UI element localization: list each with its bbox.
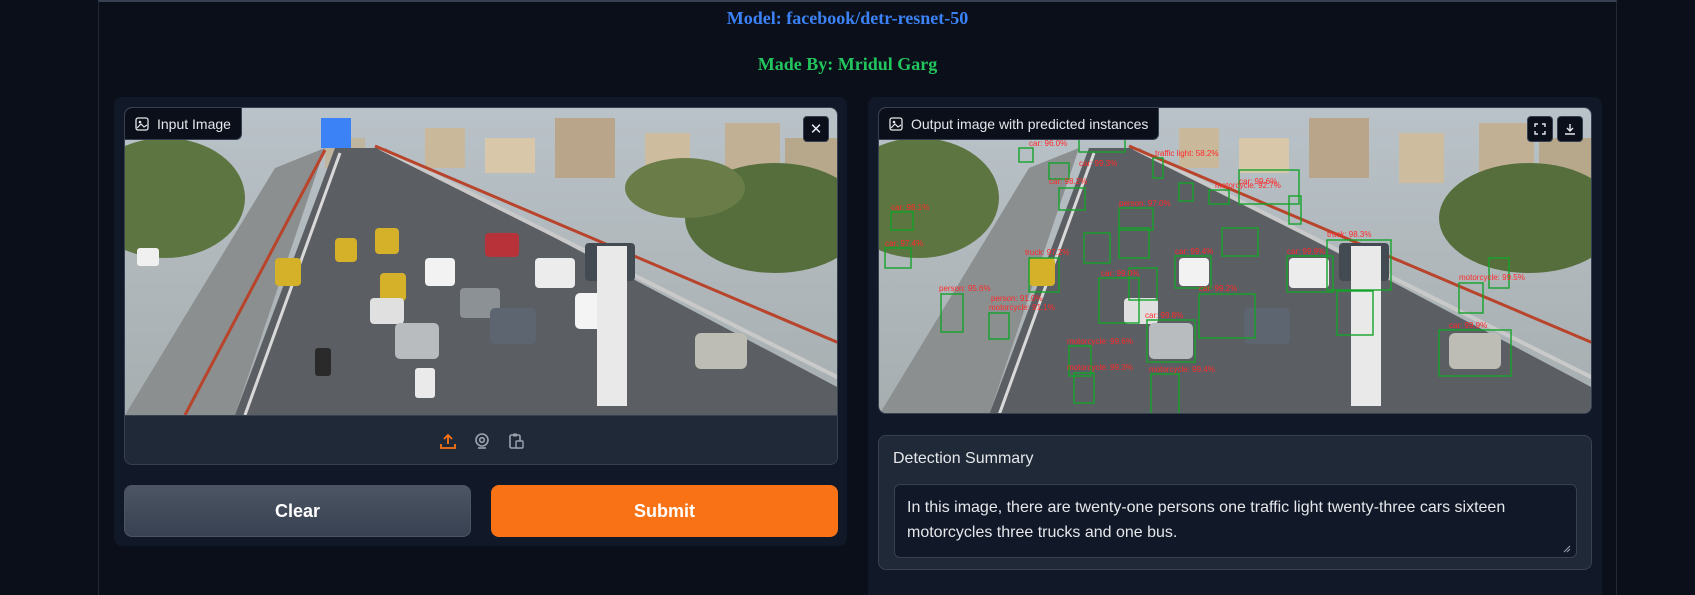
image-icon <box>889 116 903 131</box>
output-image-block: Output image with predicted instances ca… <box>878 107 1592 414</box>
image-icon <box>135 116 149 131</box>
input-image-label-text: Input Image <box>157 115 231 132</box>
clear-button[interactable]: Clear <box>124 485 471 537</box>
svg-text:car: 97.4%: car: 97.4% <box>885 239 923 248</box>
svg-text:motorcycle: 99.5%: motorcycle: 99.5% <box>1459 273 1525 282</box>
svg-text:motorcycle: 92.7%: motorcycle: 92.7% <box>1215 181 1281 190</box>
svg-text:car: 96.0%: car: 96.0% <box>1029 139 1067 148</box>
upload-icon[interactable] <box>438 431 458 451</box>
input-image-block[interactable]: Input Image ✕ <box>124 107 838 465</box>
svg-text:truck: 97.2%: truck: 97.2% <box>1025 248 1069 257</box>
output-image-label-text: Output image with predicted instances <box>911 115 1149 132</box>
svg-text:motorcycle: 99.4%: motorcycle: 99.4% <box>1149 365 1215 374</box>
svg-text:person: 95.6%: person: 95.6% <box>939 284 991 293</box>
svg-text:car: 99.8%: car: 99.8% <box>1145 311 1183 320</box>
svg-text:truck: 98.3%: truck: 98.3% <box>1327 230 1371 239</box>
input-panel: Input Image ✕ Clear Submit <box>114 97 847 546</box>
svg-text:car: 99.9%: car: 99.9% <box>1449 321 1487 330</box>
svg-text:motorcycle: 99.3%: motorcycle: 99.3% <box>1067 363 1133 372</box>
output-panel: Output image with predicted instances ca… <box>868 97 1602 595</box>
fullscreen-icon[interactable] <box>1527 116 1553 142</box>
download-icon[interactable] <box>1557 116 1583 142</box>
svg-text:car: 99.0%: car: 99.0% <box>1101 269 1139 278</box>
submit-button[interactable]: Submit <box>491 485 838 537</box>
svg-text:person: 91.0%: person: 91.0% <box>991 294 1043 303</box>
svg-text:car: 99.2%: car: 99.2% <box>1199 284 1237 293</box>
svg-text:car: 99.4%: car: 99.4% <box>1175 247 1213 256</box>
input-image-label: Input Image <box>125 108 242 140</box>
svg-text:person: 97.0%: person: 97.0% <box>1119 199 1171 208</box>
author-heading: Made By: Mridul Garg <box>757 54 938 74</box>
clipboard-icon[interactable] <box>506 431 526 451</box>
svg-text:car: 98.2%: car: 98.2% <box>1049 177 1087 186</box>
svg-text:traffic light: 58.2%: traffic light: 58.2% <box>1155 149 1218 158</box>
svg-text:motorcycle: 99.6%: motorcycle: 99.6% <box>1067 337 1133 346</box>
svg-text:car: 98.1%: car: 98.1% <box>891 203 929 212</box>
svg-text:car: 99.3%: car: 99.3% <box>1079 159 1117 168</box>
svg-text:motorcycle: 91.1%: motorcycle: 91.1% <box>989 303 1055 312</box>
output-image-label: Output image with predicted instances <box>879 108 1160 140</box>
resize-handle-icon[interactable] <box>1562 544 1571 553</box>
summary-textbox[interactable]: In this image, there are twenty-one pers… <box>894 484 1577 558</box>
input-photo <box>125 108 837 415</box>
summary-label: Detection Summary <box>893 450 1034 467</box>
svg-text:car: 99.9%: car: 99.9% <box>1287 247 1325 256</box>
webcam-icon[interactable] <box>472 431 492 451</box>
input-source-toolbar <box>125 415 837 464</box>
close-icon[interactable]: ✕ <box>803 116 829 142</box>
detection-summary: Detection Summary In this image, there a… <box>878 435 1592 570</box>
output-photo: car: 98.1% car: 97.4% person: 95.6% pers… <box>879 108 1591 413</box>
model-heading: Model: facebook/detr-resnet-50 <box>726 8 969 28</box>
